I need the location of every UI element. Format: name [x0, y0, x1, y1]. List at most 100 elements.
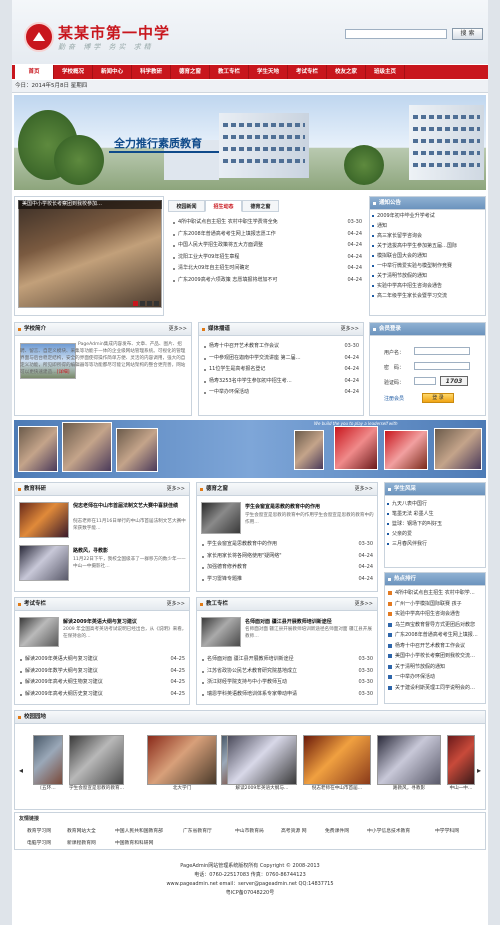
garden-photo[interactable]	[377, 735, 441, 785]
friend-link[interactable]: 中山市教育局	[235, 827, 264, 834]
captcha-image[interactable]: 1703	[440, 376, 468, 386]
more-link[interactable]: 更多>>	[355, 483, 373, 496]
exam-item[interactable]: 解读2009年高考大纲历史复习建议 04-25	[19, 689, 185, 701]
more-link[interactable]: 更多>>	[167, 598, 185, 611]
footer-icp[interactable]: 粤ICP备07048220号	[12, 889, 488, 898]
friend-link[interactable]: 广东省教育厅	[183, 827, 212, 834]
nav-item-alumni[interactable]: 校友之家	[327, 65, 366, 79]
media-item[interactable]: 杨寿十中召开艺术教育工作会议 03-30	[203, 341, 359, 353]
more-link[interactable]: 更多>>	[341, 323, 359, 336]
teacher-item[interactable]: 浙江财经学院支持与中小学教师互动 03-30	[201, 677, 373, 689]
ranking-item[interactable]: 美国中小学校长考察团到我校交流…	[385, 651, 485, 662]
friend-link[interactable]: 教育学习网	[27, 827, 51, 834]
slide-dot[interactable]	[154, 301, 159, 306]
exam-photo[interactable]	[19, 617, 59, 647]
exam-feature-title[interactable]: 解读2009年英语大纲与复习建议	[63, 618, 187, 625]
news-item[interactable]: 广东2009高考六项政策 志愿填报将增加不可 04-24	[172, 275, 362, 287]
nav-item-classes[interactable]: 班级主页	[366, 65, 405, 79]
garden-item[interactable]: 路教风，寻教影	[377, 735, 441, 791]
exam-item[interactable]: 解读2009年数学大纲与复习建议 04-25	[19, 666, 185, 678]
notice-item[interactable]: 高三家长留学咨询会	[370, 231, 485, 241]
notice-item[interactable]: 模拟联合国大会的通知	[370, 251, 485, 261]
nav-item-exams[interactable]: 考试专栏	[288, 65, 327, 79]
register-link[interactable]: 注册会员	[384, 395, 404, 402]
media-item[interactable]: 一中参观团在迦南中学交流讲座 第二届… 04-24	[203, 353, 359, 365]
friend-link[interactable]: 中国人民共和国教育部	[115, 827, 163, 834]
friend-link[interactable]: 教育网站大全	[67, 827, 96, 834]
teacher-photo[interactable]	[201, 617, 241, 647]
media-item[interactable]: 一中举办环保活动 04-24	[203, 387, 359, 399]
garden-item[interactable]: 解读2009年英语大纲与…	[227, 735, 297, 791]
search-button[interactable]: 搜 索	[452, 28, 483, 40]
student-style-item[interactable]: 父亲的爱	[385, 529, 485, 539]
friend-link[interactable]: 电脑学习网	[27, 839, 51, 846]
more-link[interactable]: 更多>>	[169, 323, 187, 336]
more-link[interactable]: 更多>>	[355, 598, 373, 611]
school-logo[interactable]	[24, 22, 54, 52]
tab-admissions[interactable]: 招生动态	[205, 200, 242, 212]
student-style-item[interactable]: 笔墨无法 彩墨人生	[385, 509, 485, 519]
exam-item[interactable]: 解读2009年高考大纲生物复习建议 04-25	[19, 677, 185, 689]
nav-item-news[interactable]: 新闻中心	[93, 65, 132, 79]
focus-slideshow[interactable]: 美国中小学校长考察团到我校参加…	[14, 196, 164, 316]
ranking-item[interactable]: 实验中学高中招生咨询会通告	[385, 609, 485, 620]
research-feature2-title[interactable]: 路教风，寻教影	[73, 547, 187, 554]
slide-dot[interactable]	[133, 301, 138, 306]
moral-item[interactable]: 学生会窗宣是思教教育中的作用 03-30	[201, 539, 373, 551]
moral-feature-title[interactable]: 学生会窗宣是思教的教育中的作用	[245, 503, 375, 510]
more-link[interactable]: 更多>>	[167, 483, 185, 496]
friend-link[interactable]: 中小学信息技术教育	[367, 827, 410, 834]
garden-photo[interactable]	[147, 735, 217, 785]
research-feature1-title[interactable]: 倪志老师在中山市首届法制文艺大赛中喜获佳绩	[73, 503, 187, 510]
ranking-item[interactable]: 广东2008年普通高考考生网上填报…	[385, 630, 485, 641]
tab-campus-news[interactable]: 校园新闻	[168, 200, 205, 212]
captcha-input[interactable]	[414, 377, 436, 385]
media-item[interactable]: 杨寿3253名中学生参加初中招生考… 04-24	[203, 376, 359, 388]
teacher-feature-title[interactable]: 名师面对面 疆江县开展教师培训新途径	[245, 618, 375, 625]
search-input[interactable]	[345, 29, 447, 39]
friend-link[interactable]: 免费课件网	[325, 827, 349, 834]
friend-link[interactable]: 高考资源 网	[281, 827, 307, 834]
news-item[interactable]: 中国人民大学招生政策将五大方面调整 04-24	[172, 240, 362, 252]
slide-dot[interactable]	[140, 301, 145, 306]
friend-link[interactable]: 中国教育和科研网	[115, 839, 153, 846]
teacher-item[interactable]: 名师面对面 疆江县开展教师培训新途径 03-30	[201, 654, 373, 666]
ranking-item[interactable]: 关于清明节放假的通知	[385, 662, 485, 673]
arrow-left-icon[interactable]: ◂	[19, 766, 23, 775]
moral-item[interactable]: 学习雷锋专题推 04-24	[201, 574, 373, 586]
nav-item-home[interactable]: 首页	[15, 65, 54, 79]
focus-photo[interactable]	[18, 200, 162, 308]
garden-photo[interactable]	[303, 735, 371, 785]
nav-item-students[interactable]: 学生天地	[249, 65, 288, 79]
teacher-item[interactable]: 瑞恩学科英语教师培训体系专家带动申请 03-30	[201, 689, 373, 701]
ranking-item[interactable]: 关于建设利斯芙理工同学说明会的…	[385, 683, 485, 694]
ranking-item[interactable]: 一中举办环保活动	[385, 672, 485, 683]
moral-item[interactable]: 加强德育修养教育 04-24	[201, 562, 373, 574]
research-photo[interactable]	[19, 545, 69, 581]
nav-item-about[interactable]: 学校概况	[54, 65, 93, 79]
notice-item[interactable]: 通知	[370, 221, 485, 231]
notice-item[interactable]: 2009年初中毕业升学考试	[370, 211, 485, 221]
nav-item-moral[interactable]: 德育之窗	[171, 65, 210, 79]
nav-item-teachers[interactable]: 教工专栏	[210, 65, 249, 79]
student-style-item[interactable]: 三月春风伴我行	[385, 539, 485, 549]
student-style-item[interactable]: 篮球：钢场下的叫好玉	[385, 519, 485, 529]
notice-item[interactable]: 一中举行微爱实验与模型制作竞赛	[370, 261, 485, 271]
ranking-item[interactable]: 杨寿十中召开艺术教育工作会议	[385, 641, 485, 652]
nav-item-research[interactable]: 科学教研	[132, 65, 171, 79]
arrow-right-icon[interactable]: ▸	[477, 766, 481, 775]
news-item[interactable]: 4所中职试点自主招生 农村中职生学费将全免 03-30	[172, 217, 362, 229]
news-item[interactable]: 沈阳工业大学09年招生章程 04-24	[172, 252, 362, 264]
friend-link[interactable]: 新课程教育网	[67, 839, 96, 846]
password-input[interactable]	[414, 362, 470, 370]
garden-item[interactable]: [五环…	[33, 735, 63, 791]
focus-caption[interactable]: 美国中小学校长考察团到我校参加…	[18, 200, 162, 209]
moral-item[interactable]: 家长用家长将各网络使用"疑网络" 04-24	[201, 551, 373, 563]
tab-moral-window[interactable]: 德育之窗	[242, 200, 279, 212]
garden-photo[interactable]	[69, 735, 124, 785]
student-style-item[interactable]: 九天八表中国行	[385, 499, 485, 509]
notice-item[interactable]: 关于清明节放假的通知	[370, 271, 485, 281]
garden-item[interactable]: 北大学门	[147, 735, 217, 791]
exam-item[interactable]: 解读2009年英语大纲与复习建议 04-25	[19, 654, 185, 666]
garden-item[interactable]: 学生会窗宣是思教的教育…	[69, 735, 124, 791]
